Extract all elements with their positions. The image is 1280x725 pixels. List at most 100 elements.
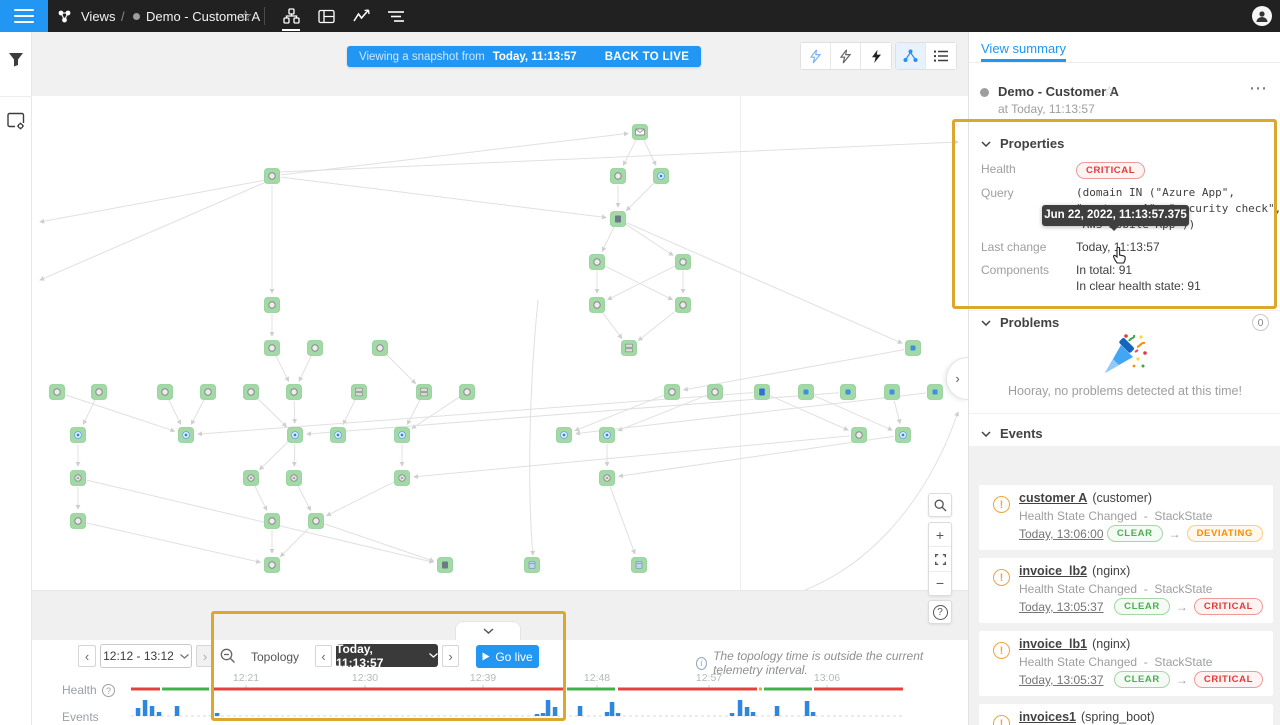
topology-node[interactable] [71,514,86,529]
topology-node[interactable] [71,428,86,443]
topology-canvas[interactable] [32,96,968,590]
event-histogram-bar[interactable] [616,713,621,716]
topology-node[interactable] [244,385,259,400]
topology-layout-button[interactable] [896,43,926,69]
health-bar-segment[interactable] [162,688,209,691]
topology-node[interactable] [590,298,605,313]
timeline-collapse-tab[interactable] [455,621,521,640]
topology-node[interactable] [265,558,280,573]
topology-node[interactable] [287,385,302,400]
topology-node[interactable] [632,558,647,573]
hamburger-menu-button[interactable] [0,0,48,32]
event-histogram-bar[interactable] [738,700,743,716]
event-histogram-bar[interactable] [578,706,583,716]
event-histogram-bar[interactable] [751,712,756,716]
topology-node[interactable] [676,298,691,313]
event-timestamp-link[interactable]: Today, 13:05:37 [1019,673,1104,687]
topology-node[interactable] [265,298,280,313]
health-bar-segment[interactable] [567,688,615,691]
search-components-button[interactable] [928,493,952,517]
snapshot-banner[interactable]: Viewing a snapshot from Today, 11:13:57 … [347,46,701,67]
topology-node[interactable] [633,125,648,140]
events-section-header[interactable]: Events [981,426,1043,441]
topology-node[interactable] [373,341,388,356]
health-bar-segment[interactable] [213,688,563,691]
health-bar-segment[interactable] [618,688,757,691]
event-histogram-bar[interactable] [546,700,551,716]
topology-node[interactable] [611,169,626,184]
topology-node[interactable] [265,169,280,184]
topology-node[interactable] [557,428,572,443]
topology-node[interactable] [265,514,280,529]
favorite-star-icon[interactable]: ☆ [239,7,252,25]
topology-node[interactable] [665,385,680,400]
event-component-link[interactable]: customer A [1019,491,1087,505]
event-timestamp-link[interactable]: Today, 13:05:37 [1019,600,1104,614]
event-histogram-bar[interactable] [775,706,780,716]
telemetry-view-tab[interactable] [348,4,374,28]
event-histogram-bar[interactable] [535,714,540,716]
timeline-zoom-out-button[interactable] [220,648,236,669]
topology-time-next-button[interactable]: › [442,645,459,667]
topology-time-select[interactable]: Today, 11:13:57 [336,644,438,667]
topology-node[interactable] [244,471,259,486]
table-view-tab[interactable] [313,4,339,28]
event-histogram-bar[interactable] [143,700,148,716]
topology-node[interactable] [622,341,637,356]
topology-node[interactable] [906,341,921,356]
event-histogram-bar[interactable] [805,701,810,716]
event-card[interactable]: !invoices1(spring_boot)Health State Chan… [979,704,1273,725]
zoom-out-button[interactable]: − [928,572,952,595]
user-avatar[interactable] [1252,6,1272,26]
topology-node[interactable] [654,169,669,184]
event-histogram-bar[interactable] [811,712,816,716]
topology-node[interactable] [50,385,65,400]
view-title[interactable]: Demo - Customer A [998,84,1119,99]
event-component-link[interactable]: invoice_lb1 [1019,637,1087,651]
topology-node[interactable] [525,558,540,573]
topology-node[interactable] [179,428,194,443]
fit-to-screen-button[interactable] [928,547,952,570]
topology-node[interactable] [417,385,432,400]
topology-node[interactable] [309,514,324,529]
topology-node[interactable] [201,385,216,400]
traces-view-tab[interactable] [383,4,409,28]
event-histogram-bar[interactable] [610,702,615,716]
health-bar-segment[interactable] [764,688,812,691]
timeline-chart[interactable]: 12:2112:3012:3912:4812:5713:06 [32,668,968,725]
event-histogram-bar[interactable] [553,707,558,716]
event-component-link[interactable]: invoices1 [1019,710,1076,724]
topology-node[interactable] [676,255,691,270]
event-histogram-bar[interactable] [215,713,220,716]
event-histogram-bar[interactable] [745,707,750,716]
health-bar-segment[interactable] [131,688,160,691]
topology-node[interactable] [460,385,475,400]
back-to-live-button[interactable]: BACK TO LIVE [605,51,690,63]
health-bar-segment[interactable] [759,688,762,691]
topology-node[interactable] [885,385,900,400]
event-timestamp-link[interactable]: Today, 13:06:00 [1019,527,1104,541]
event-histogram-bar[interactable] [541,713,546,716]
range-prev-button[interactable]: ‹ [78,645,96,667]
topology-node[interactable] [287,471,302,486]
properties-section-header[interactable]: Properties [981,136,1064,151]
event-histogram-bar[interactable] [157,712,162,716]
bolt-filled-button[interactable] [861,43,891,69]
tab-view-summary[interactable]: View summary [981,41,1066,56]
topology-node[interactable] [896,428,911,443]
topology-view-tab[interactable] [278,4,304,28]
range-next-button[interactable]: › [196,645,214,667]
topology-node[interactable] [158,385,173,400]
event-card[interactable]: !invoice_lb1(nginx)Health State Changed … [979,631,1273,696]
view-settings-button[interactable] [0,104,32,138]
topology-node[interactable] [331,428,346,443]
topology-node[interactable] [92,385,107,400]
more-menu-button[interactable]: ⋯ [1249,78,1267,99]
event-histogram-bar[interactable] [150,706,155,716]
topology-node[interactable] [708,385,723,400]
topology-node[interactable] [308,341,323,356]
bolt-outline-blue-button[interactable] [801,43,831,69]
topology-node[interactable] [71,471,86,486]
topology-node[interactable] [438,558,453,573]
bolt-outline-gray-button[interactable] [831,43,861,69]
